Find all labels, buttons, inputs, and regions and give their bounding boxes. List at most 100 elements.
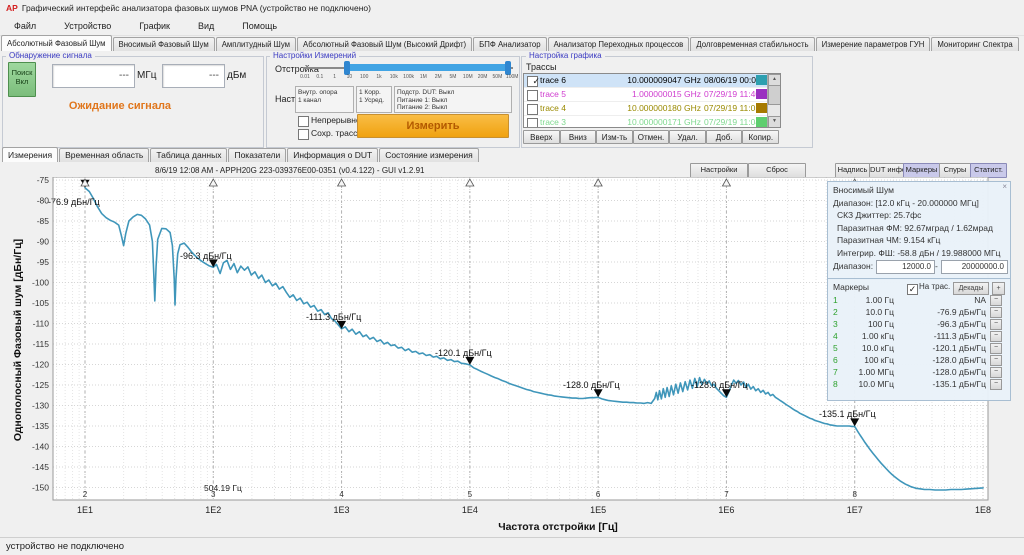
range-from-input[interactable]: 12000.0 <box>876 260 935 274</box>
trace-color-swatch <box>756 103 767 113</box>
svg-text:-150: -150 <box>32 483 49 493</box>
tab-measurements[interactable]: Измерения <box>2 147 58 162</box>
remove-marker-button[interactable]: − <box>990 319 1002 330</box>
svg-text:1E5: 1E5 <box>590 505 606 515</box>
stats-fm: Паразитная ЧМ: 9.154 кГц <box>828 234 1010 247</box>
offset-slider-handle-high[interactable] <box>505 61 511 75</box>
stats-range-row: Диапазон: 12000.0 - 20000000.0 <box>828 259 1010 274</box>
tab-data-table[interactable]: Таблица данных <box>150 148 227 162</box>
tab-additive-phase-noise[interactable]: Вносимый Фазовый Шум <box>113 37 215 51</box>
menu-device[interactable]: Устройство <box>50 17 125 35</box>
on-trace-label: На трас. <box>919 281 950 294</box>
remove-marker-button[interactable]: − <box>990 343 1002 354</box>
svg-text:-128.0 дБн/Гц: -128.0 дБн/Гц <box>563 380 620 390</box>
chevron-up-icon: ▲ <box>772 76 777 82</box>
tab-time-domain[interactable]: Временная область <box>59 148 149 162</box>
trace-table-scrollbar[interactable]: ▲ ▼ <box>767 74 780 127</box>
trace-checkbox[interactable] <box>527 90 538 101</box>
tab-long-term-stability[interactable]: Долговременная стабильность <box>690 37 814 51</box>
trace-row[interactable]: trace 5 1.000000015 GHz 07/29/19 11:40 <box>524 88 780 102</box>
marker-row: 3100 Гц-96.3 дБн/Гц− <box>828 318 1010 330</box>
trace-row[interactable]: ✓ trace 6 10.000009047 GHz 08/06/19 00:0… <box>524 74 780 88</box>
svg-text:2: 2 <box>83 490 88 499</box>
svg-text:-90: -90 <box>37 237 50 247</box>
trace-actions: Вверх Вниз Изм-ть Отмен. Удал. Доб. Копи… <box>523 130 779 144</box>
trace-delete-button[interactable]: Удал. <box>669 130 706 144</box>
label-overlay-button[interactable]: Надпись <box>835 163 870 178</box>
trace-checkbox[interactable]: ✓ <box>527 76 538 87</box>
svg-text:-125: -125 <box>32 380 49 390</box>
power-unit: дБм <box>227 70 246 81</box>
search-toggle-button[interactable]: Поиск Вкл <box>8 62 36 97</box>
svg-text:1E3: 1E3 <box>334 505 350 515</box>
spurs-overlay-button[interactable]: Спуры <box>939 163 971 178</box>
svg-text:-111.3 дБн/Гц: -111.3 дБн/Гц <box>306 312 361 322</box>
dut-info-overlay-button[interactable]: DUT инфо <box>869 163 904 178</box>
scrollbar-thumb[interactable] <box>768 85 781 105</box>
chart-reset-button[interactable]: Сброс <box>748 163 806 178</box>
remove-marker-button[interactable]: − <box>990 355 1002 366</box>
reference-summary-box: Внутр. опора 1 канал <box>295 86 354 113</box>
trace-color-swatch <box>756 117 767 127</box>
chart-settings-button[interactable]: Настройки <box>690 163 748 178</box>
application-window: APГрафический интерфейс анализатора фазо… <box>0 0 1024 555</box>
tab-spectrum-monitoring[interactable]: Мониторинг Спектра <box>931 37 1018 51</box>
graph-settings-title: Настройка графика <box>526 51 605 60</box>
tab-dut-info[interactable]: Информация о DUT <box>287 148 378 162</box>
tab-fft-analyzer[interactable]: БПФ Анализатор <box>473 37 546 51</box>
trace-copy-button[interactable]: Копир. <box>742 130 779 144</box>
remove-marker-button[interactable]: − <box>990 295 1002 306</box>
trace-down-button[interactable]: Вниз <box>560 130 597 144</box>
stats-jitter: СКЗ Джиттер: 25.7фс <box>828 209 1010 222</box>
tab-metrics[interactable]: Показатели <box>228 148 286 162</box>
remove-marker-button[interactable]: − <box>990 331 1002 342</box>
svg-text:-80: -80 <box>37 196 50 206</box>
trace-up-button[interactable]: Вверх <box>523 130 560 144</box>
measure-button[interactable]: Измерить <box>357 114 509 138</box>
trace-checkbox[interactable] <box>527 104 538 115</box>
trace-cancel-button[interactable]: Отмен. <box>633 130 670 144</box>
offset-slider-handle-low[interactable] <box>344 61 350 75</box>
trace-edit-button[interactable]: Изм-ть <box>596 130 633 144</box>
remove-marker-button[interactable]: − <box>990 367 1002 378</box>
power-field[interactable]: --- <box>162 64 225 88</box>
svg-text:-95: -95 <box>37 257 50 267</box>
svg-text:1E2: 1E2 <box>205 505 221 515</box>
trace-row[interactable]: trace 3 10.000000171 GHz 07/29/19 11:04 <box>524 116 780 128</box>
svg-text:-120: -120 <box>32 360 49 370</box>
frequency-field[interactable]: --- <box>52 64 135 88</box>
svg-text:-76.9 дБн/Гц: -76.9 дБн/Гц <box>48 197 100 207</box>
offset-slider-range[interactable] <box>349 64 508 71</box>
marker-row: 11.00 ГцNA− <box>828 294 1010 306</box>
range-label: Диапазон: <box>833 261 873 271</box>
svg-text:-75: -75 <box>37 177 50 185</box>
menu-view[interactable]: Вид <box>184 17 228 35</box>
trace-row[interactable]: trace 4 10.000000180 GHz 07/29/19 11:05 <box>524 102 780 116</box>
marker-row: 71.00 МГц-128.0 дБн/Гц− <box>828 366 1010 378</box>
markers-overlay-button[interactable]: Маркеры <box>903 163 940 178</box>
statistics-overlay-button[interactable]: Статист. <box>970 163 1007 178</box>
save-trace-checkbox-label: Сохр. трассу <box>311 128 362 138</box>
remove-marker-button[interactable]: − <box>990 307 1002 318</box>
menu-file[interactable]: Файл <box>0 17 50 35</box>
tab-measurement-state[interactable]: Состояние измерения <box>379 148 479 162</box>
dut-power-summary-box: Подстр. DUT: Выкл Питание 1: Выкл Питани… <box>394 86 512 113</box>
continuous-checkbox[interactable] <box>298 116 309 127</box>
tab-absolute-phase-noise[interactable]: Абсолютный Фазовый Шум <box>1 35 112 51</box>
trace-checkbox[interactable] <box>527 118 538 128</box>
scroll-down-button[interactable]: ▼ <box>768 116 781 128</box>
range-to-input[interactable]: 20000000.0 <box>941 260 1008 274</box>
menu-help[interactable]: Помощь <box>228 17 291 35</box>
svg-text:-100: -100 <box>32 278 49 288</box>
remove-marker-button[interactable]: − <box>990 379 1002 390</box>
tab-amplitude-noise[interactable]: Амплитудный Шум <box>216 37 296 51</box>
save-trace-checkbox[interactable] <box>298 129 309 140</box>
trace-add-button[interactable]: Доб. <box>706 130 743 144</box>
statusbar: устройство не подключено <box>0 537 1024 555</box>
tab-absolute-phase-noise-high-drift[interactable]: Абсолютный Фазовый Шум (Высокий Дрифт) <box>297 37 472 51</box>
tab-vco-parameters[interactable]: Измерение параметров ГУН <box>816 37 931 51</box>
signal-status-text: Ожидание сигнала <box>20 100 220 112</box>
statistics-panel: × Вносимый Шум Диапазон: [12.0 кГц - 20.… <box>827 181 1011 280</box>
tab-transient-analyzer[interactable]: Анализатор Переходных процессов <box>548 37 690 51</box>
menu-graph[interactable]: График <box>125 17 184 35</box>
